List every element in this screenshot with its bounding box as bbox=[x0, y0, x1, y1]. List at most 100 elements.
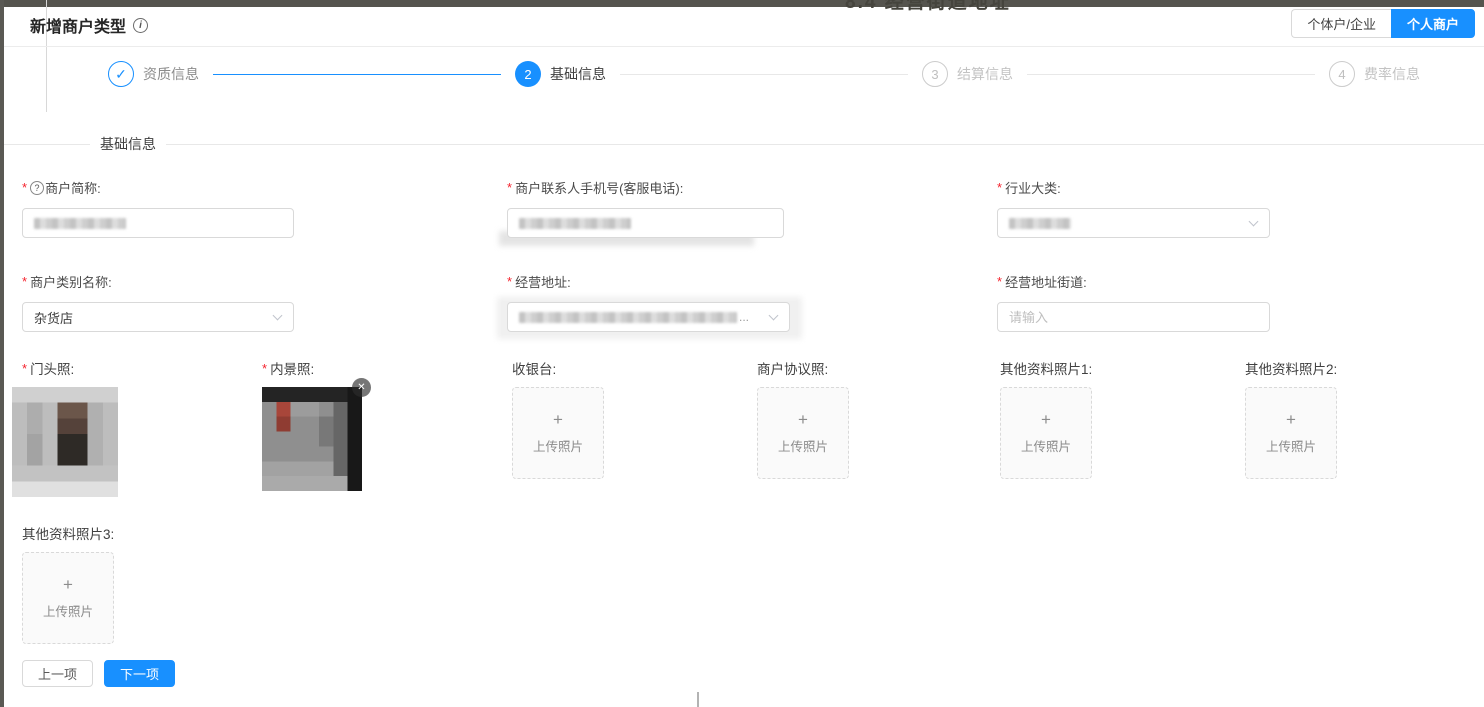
chevron-down-icon bbox=[273, 311, 283, 321]
chevron-down-icon bbox=[769, 311, 779, 321]
field-label: * 经营地址街道: bbox=[997, 272, 1270, 291]
photo-label: 其他资料照片1: bbox=[1000, 358, 1092, 378]
upload-label: 上传照片 bbox=[1266, 436, 1316, 455]
field-business-address: * 经营地址: ... bbox=[507, 272, 790, 332]
photo-label-text: 其他资料照片1: bbox=[1000, 358, 1092, 378]
photo-interior: * 内景照: ✕ bbox=[262, 358, 362, 491]
other-photo-1-upload-button[interactable]: + 上传照片 bbox=[1000, 387, 1092, 479]
field-label: * 经营地址: bbox=[507, 272, 790, 291]
pixelated-photo bbox=[262, 387, 362, 491]
upload-label: 上传照片 bbox=[43, 601, 93, 620]
interior-photo-thumbnail[interactable]: ✕ bbox=[262, 387, 362, 491]
cashier-upload-button[interactable]: + 上传照片 bbox=[512, 387, 604, 479]
required-asterisk: * bbox=[262, 361, 267, 376]
background-window-bar bbox=[0, 0, 1484, 7]
toggle-individual-enterprise-button[interactable]: 个体户/企业 bbox=[1291, 9, 1391, 38]
page-title: 新增商户类型 bbox=[30, 13, 126, 37]
section-title: 基础信息 bbox=[90, 134, 166, 154]
step-basic-info: 2 基础信息 bbox=[515, 61, 606, 87]
address-street-input[interactable] bbox=[997, 302, 1270, 332]
page-title-wrap: 新增商户类型 i bbox=[30, 13, 148, 37]
other-photo-2-upload-button[interactable]: + 上传照片 bbox=[1245, 387, 1337, 479]
other-photo-3-upload-button[interactable]: + 上传照片 bbox=[22, 552, 114, 644]
step-connector bbox=[620, 74, 908, 75]
field-label: * 商户联系人手机号(客服电话): bbox=[507, 178, 784, 197]
field-merchant-short-name: * ? 商户简称: bbox=[22, 178, 294, 238]
step-number: 3 bbox=[922, 61, 948, 87]
plus-icon: + bbox=[1041, 411, 1051, 428]
merchant-type-toggle: 个体户/企业 个人商户 bbox=[1291, 9, 1475, 38]
plus-icon: + bbox=[63, 576, 73, 593]
wizard-stepper: ✓ 资质信息 2 基础信息 3 结算信息 4 费率信息 bbox=[108, 61, 1420, 87]
left-window-edge bbox=[0, 0, 4, 707]
pixelated-photo bbox=[12, 387, 118, 497]
photo-cashier: 收银台: + 上传照片 bbox=[512, 358, 604, 479]
field-label-text: 商户联系人手机号(客服电话): bbox=[515, 178, 683, 197]
step-qualification-info: ✓ 资质信息 bbox=[108, 61, 199, 87]
redacted-value bbox=[1009, 218, 1071, 229]
step-number: 4 bbox=[1329, 61, 1355, 87]
previous-step-button[interactable]: 上一项 bbox=[22, 660, 93, 687]
photo-label-text: 其他资料照片2: bbox=[1245, 358, 1337, 378]
field-label-text: 经营地址街道: bbox=[1005, 272, 1087, 291]
photo-label-text: 收银台: bbox=[512, 358, 556, 378]
step-label: 资质信息 bbox=[143, 64, 199, 84]
info-icon[interactable]: i bbox=[133, 18, 148, 33]
help-icon[interactable]: ? bbox=[30, 181, 44, 195]
photo-label: 其他资料照片3: bbox=[22, 523, 114, 543]
field-label: * 商户类别名称: bbox=[22, 272, 294, 291]
required-asterisk: * bbox=[507, 274, 512, 289]
step-connector bbox=[1027, 74, 1315, 75]
header-divider bbox=[4, 46, 1484, 47]
photo-door: * 门头照: bbox=[22, 358, 118, 497]
photo-label-text: 其他资料照片3: bbox=[22, 523, 114, 543]
step-label: 结算信息 bbox=[957, 64, 1013, 84]
step-settlement-info: 3 结算信息 bbox=[922, 61, 1013, 87]
photo-other-2: 其他资料照片2: + 上传照片 bbox=[1245, 358, 1337, 479]
field-merchant-category: * 商户类别名称: 杂货店 bbox=[22, 272, 294, 332]
industry-category-select[interactable] bbox=[997, 208, 1270, 238]
photo-label: * 门头照: bbox=[22, 358, 118, 378]
contact-phone-input[interactable] bbox=[507, 208, 784, 238]
merchant-short-name-input[interactable] bbox=[22, 208, 294, 238]
redacted-value bbox=[34, 218, 126, 229]
divider-line bbox=[166, 144, 1484, 145]
required-asterisk: * bbox=[997, 274, 1002, 289]
field-contact-phone: * 商户联系人手机号(客服电话): bbox=[507, 178, 784, 238]
photo-label-text: 商户协议照: bbox=[757, 358, 828, 378]
field-address-street: * 经营地址街道: bbox=[997, 272, 1270, 332]
step-rate-info: 4 费率信息 bbox=[1329, 61, 1420, 87]
step-label: 费率信息 bbox=[1364, 64, 1420, 84]
field-label: * 行业大类: bbox=[997, 178, 1270, 197]
business-address-cascader[interactable]: ... bbox=[507, 302, 790, 332]
merchant-category-select[interactable]: 杂货店 bbox=[22, 302, 294, 332]
plus-icon: + bbox=[553, 411, 563, 428]
photo-label: 商户协议照: bbox=[757, 358, 849, 378]
value-ellipsis: ... bbox=[739, 310, 749, 324]
background-clipped-heading-text: 8.4 经营街道地址 bbox=[845, 0, 1145, 11]
next-step-button[interactable]: 下一项 bbox=[104, 660, 175, 687]
plus-icon: + bbox=[798, 411, 808, 428]
upload-label: 上传照片 bbox=[1021, 436, 1071, 455]
upload-label: 上传照片 bbox=[778, 436, 828, 455]
close-icon[interactable]: ✕ bbox=[352, 378, 371, 397]
step-check-icon: ✓ bbox=[108, 61, 134, 87]
field-label-text: 商户类别名称: bbox=[30, 272, 112, 291]
step-connector bbox=[213, 74, 501, 75]
toggle-personal-merchant-button[interactable]: 个人商户 bbox=[1391, 9, 1475, 38]
field-industry-category: * 行业大类: bbox=[997, 178, 1270, 238]
photo-agreement: 商户协议照: + 上传照片 bbox=[757, 358, 849, 479]
agreement-upload-button[interactable]: + 上传照片 bbox=[757, 387, 849, 479]
required-asterisk: * bbox=[22, 361, 27, 376]
photo-label: 收银台: bbox=[512, 358, 604, 378]
section-divider: 基础信息 bbox=[0, 134, 1484, 154]
door-photo-thumbnail[interactable] bbox=[12, 387, 118, 497]
field-label-text: 行业大类: bbox=[1005, 178, 1061, 197]
field-label: * ? 商户简称: bbox=[22, 178, 294, 197]
upload-label: 上传照片 bbox=[533, 436, 583, 455]
photo-label-text: 门头照: bbox=[30, 358, 74, 378]
photo-other-1: 其他资料照片1: + 上传照片 bbox=[1000, 358, 1092, 479]
photo-label-text: 内景照: bbox=[270, 358, 314, 378]
redacted-value bbox=[519, 218, 631, 229]
photo-label: 其他资料照片2: bbox=[1245, 358, 1337, 378]
